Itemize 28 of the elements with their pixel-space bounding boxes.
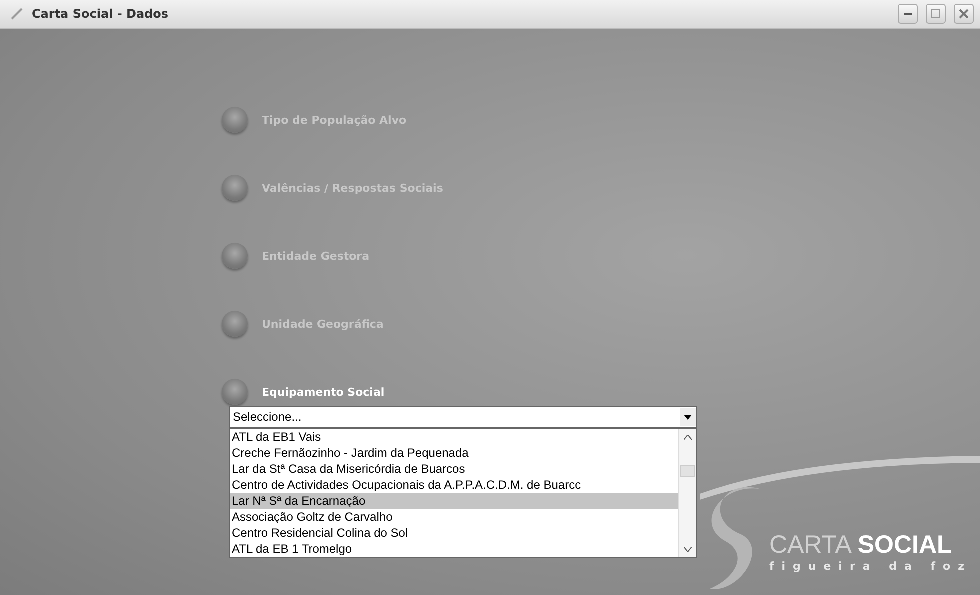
list-option[interactable]: Centro de Actividades Ocupacionais da A.P.P.A.C.D.M. de Buarcc bbox=[230, 477, 678, 493]
round-button-icon bbox=[222, 379, 248, 405]
caret-icon bbox=[680, 408, 696, 426]
list-option[interactable]: Lar Nª Sª da Encarnação bbox=[230, 493, 678, 509]
minimize-icon bbox=[904, 12, 912, 16]
round-button-icon bbox=[222, 175, 248, 201]
close-button[interactable] bbox=[954, 4, 974, 24]
scrollbar[interactable] bbox=[678, 429, 696, 557]
logo-text: SOCIAL bbox=[858, 531, 952, 560]
list-option[interactable]: Creche Fernãozinho - Jardim da Pequenada bbox=[230, 445, 678, 461]
list-option[interactable]: ATL da EB 1 Tromelgo bbox=[230, 541, 678, 557]
app-icon bbox=[10, 7, 24, 21]
round-button-icon bbox=[222, 243, 248, 269]
round-button-icon bbox=[222, 311, 248, 337]
close-icon bbox=[959, 9, 969, 19]
window-title: Carta Social - Dados bbox=[32, 7, 170, 21]
list-option[interactable]: Lar da Stª Casa da Misericórdia de Buarcos bbox=[230, 461, 678, 477]
dropdown-field[interactable]: Seleccione... bbox=[229, 406, 697, 428]
scroll-thumb[interactable] bbox=[680, 465, 695, 477]
list-option[interactable]: Associação Goltz de Carvalho bbox=[230, 509, 678, 525]
list-option[interactable]: Centro Residencial Colina do Sol bbox=[230, 525, 678, 541]
maximize-button[interactable] bbox=[926, 4, 946, 24]
logo-text: CARTA bbox=[769, 531, 852, 560]
logo-tagline: figueira da foz bbox=[769, 560, 972, 573]
round-button-icon bbox=[222, 107, 248, 133]
minimize-button[interactable] bbox=[898, 4, 918, 24]
list-option[interactable]: ATL da EB1 Vais bbox=[230, 429, 678, 445]
maximize-icon bbox=[931, 9, 941, 19]
